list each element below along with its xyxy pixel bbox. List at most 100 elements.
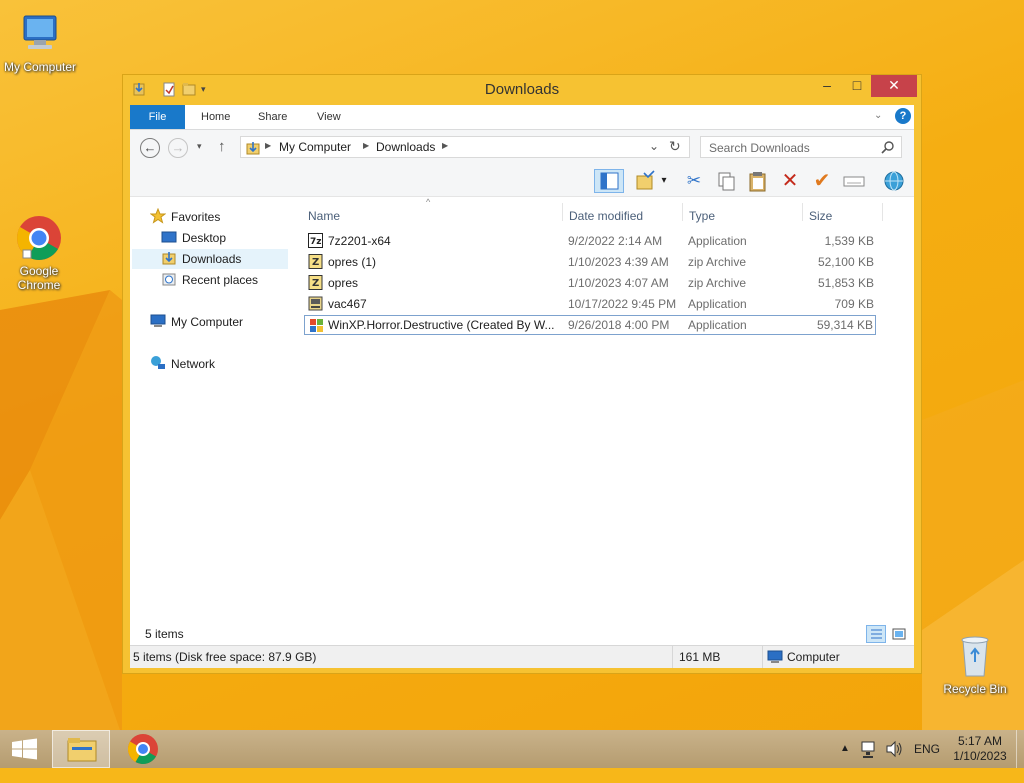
checkmark-icon[interactable]: ✔ bbox=[810, 169, 834, 193]
refresh-icon[interactable]: ↻ bbox=[669, 138, 681, 155]
delete-icon[interactable]: ✕ bbox=[778, 169, 802, 193]
nav-favorites[interactable]: Favorites bbox=[149, 207, 220, 227]
clock[interactable]: 5:17 AM 1/10/2023 bbox=[950, 730, 1010, 768]
star-icon bbox=[149, 207, 167, 224]
taskbar-file-explorer[interactable] bbox=[52, 730, 110, 768]
close-button[interactable]: ✕ bbox=[871, 75, 917, 97]
tab-share[interactable]: Share bbox=[258, 105, 287, 129]
title-bar[interactable]: ▾ Downloads – □ ✕ bbox=[123, 75, 921, 105]
nav-network[interactable]: Network bbox=[150, 354, 215, 374]
column-header-name[interactable]: Name bbox=[308, 209, 340, 223]
forward-button[interactable]: → bbox=[168, 138, 188, 158]
desktop-icon-label: Recycle Bin bbox=[943, 682, 1007, 696]
address-bar[interactable]: ▶ My Computer ▶ Downloads ▶ ⌄ ↻ bbox=[240, 136, 690, 158]
column-divider[interactable] bbox=[562, 203, 563, 221]
desktop-folder-icon bbox=[161, 229, 177, 245]
desktop-icon-label: Google Chrome bbox=[17, 264, 61, 292]
computer-icon bbox=[16, 10, 64, 58]
copy-icon[interactable] bbox=[714, 169, 738, 193]
network-icon bbox=[150, 355, 166, 371]
item-count-bar: 5 items bbox=[130, 623, 914, 645]
clock-time: 5:17 AM bbox=[957, 734, 1003, 748]
details-view-icon[interactable] bbox=[866, 625, 886, 643]
breadcrumb-downloads[interactable]: Downloads bbox=[376, 140, 435, 154]
7zip-icon: 7z bbox=[308, 233, 323, 248]
column-divider[interactable] bbox=[682, 203, 683, 221]
column-divider[interactable] bbox=[882, 203, 883, 221]
breadcrumb-separator-icon: ▶ bbox=[442, 141, 449, 150]
recycle-bin-icon bbox=[951, 632, 999, 680]
help-icon[interactable]: ? bbox=[895, 108, 911, 124]
breadcrumb-my-computer[interactable]: My Computer bbox=[279, 140, 351, 154]
file-row-selected[interactable]: WinXP.Horror.Destructive (Created By W..… bbox=[304, 315, 876, 335]
column-divider[interactable] bbox=[802, 203, 803, 221]
column-header-size[interactable]: Size bbox=[809, 209, 832, 223]
column-header-date-modified[interactable]: Date modified bbox=[569, 209, 643, 223]
up-arrow-icon[interactable]: ↑ bbox=[218, 138, 226, 155]
windows-logo-icon bbox=[12, 738, 37, 760]
globe-icon[interactable] bbox=[882, 169, 906, 193]
status-location: Computer bbox=[787, 650, 840, 664]
column-header-type[interactable]: Type bbox=[689, 209, 715, 223]
status-divider bbox=[672, 646, 673, 668]
cut-icon[interactable]: ✂ bbox=[682, 169, 706, 193]
desktop-icon-google-chrome[interactable]: Google Chrome bbox=[0, 214, 79, 292]
desktop-icon-label: My Computer bbox=[3, 60, 77, 74]
zip-archive-icon: Z bbox=[308, 275, 323, 290]
language-indicator[interactable]: ENG bbox=[914, 730, 940, 768]
maximize-button[interactable]: □ bbox=[843, 75, 871, 97]
svg-text:Z: Z bbox=[312, 278, 319, 289]
tab-file[interactable]: File bbox=[130, 105, 185, 129]
file-row[interactable]: 7z 7z2201-x64 9/2/2022 2:14 AM Applicati… bbox=[304, 231, 876, 251]
svg-text:7z: 7z bbox=[310, 237, 322, 247]
nav-desktop[interactable]: Desktop bbox=[161, 228, 226, 248]
chrome-icon bbox=[15, 214, 63, 262]
zip-archive-icon: Z bbox=[308, 254, 323, 269]
show-desktop-button[interactable] bbox=[1016, 730, 1024, 768]
folder-options-dropdown-icon[interactable]: ▾ bbox=[658, 169, 670, 193]
tab-home[interactable]: Home bbox=[201, 105, 230, 129]
computer-icon bbox=[150, 313, 166, 329]
sort-ascending-icon: ^ bbox=[426, 197, 431, 207]
file-row[interactable]: vac467 10/17/2022 9:45 PM Application 70… bbox=[304, 294, 876, 314]
minimize-button[interactable]: – bbox=[813, 75, 841, 97]
desktop-icon-recycle-bin[interactable]: Recycle Bin bbox=[935, 632, 1015, 696]
network-tray-icon[interactable] bbox=[860, 730, 878, 768]
file-row[interactable]: Z opres 1/10/2023 4:07 AM zip Archive 51… bbox=[304, 273, 876, 293]
tab-view[interactable]: View bbox=[317, 105, 341, 129]
breadcrumb-separator-icon: ▶ bbox=[265, 141, 272, 150]
application-icon bbox=[308, 296, 323, 311]
content-area: Favorites Desktop Downloads Recent place… bbox=[130, 197, 914, 643]
status-bar: 5 items (Disk free space: 87.9 GB) 161 M… bbox=[130, 645, 914, 668]
explorer-window: ▾ Downloads – □ ✕ File Home Share View ⌄… bbox=[122, 74, 922, 674]
item-count: 5 items bbox=[145, 627, 184, 641]
nav-recent-places[interactable]: Recent places bbox=[161, 270, 258, 290]
windows-flag-icon bbox=[309, 318, 324, 333]
show-hidden-icons-button[interactable]: ▲ bbox=[840, 730, 850, 768]
preview-pane-icon[interactable] bbox=[594, 169, 624, 193]
back-button[interactable]: ← bbox=[140, 138, 160, 158]
large-icons-view-icon[interactable] bbox=[890, 625, 908, 643]
address-row: ← → ▾ ↑ ▶ My Computer ▶ Downloads ▶ ⌄ ↻ … bbox=[130, 130, 914, 166]
navigation-pane: Favorites Desktop Downloads Recent place… bbox=[130, 197, 292, 643]
breadcrumb-separator-icon: ▶ bbox=[363, 141, 370, 150]
expand-ribbon-icon[interactable]: ⌄ bbox=[874, 110, 882, 121]
search-box[interactable]: Search Downloads bbox=[700, 136, 902, 158]
address-dropdown-icon[interactable]: ⌄ bbox=[649, 139, 659, 153]
taskbar-google-chrome[interactable] bbox=[114, 730, 172, 768]
svg-text:Z: Z bbox=[312, 257, 319, 268]
status-total-size: 161 MB bbox=[679, 650, 721, 664]
nav-my-computer[interactable]: My Computer bbox=[150, 312, 243, 332]
rename-icon[interactable] bbox=[842, 169, 866, 193]
downloads-folder-icon bbox=[161, 250, 177, 266]
recent-locations-icon[interactable]: ▾ bbox=[197, 141, 202, 152]
start-button[interactable] bbox=[0, 730, 50, 768]
search-icon[interactable] bbox=[881, 140, 895, 157]
file-list: ^ Name Date modified Type Size 7z 7z2201… bbox=[302, 197, 914, 643]
volume-icon[interactable] bbox=[884, 730, 904, 768]
paste-icon[interactable] bbox=[746, 169, 770, 193]
desktop-icon-my-computer[interactable]: My Computer bbox=[0, 10, 80, 74]
nav-downloads[interactable]: Downloads bbox=[132, 249, 288, 269]
file-row[interactable]: Z opres (1) 1/10/2023 4:39 AM zip Archiv… bbox=[304, 252, 876, 272]
folder-options-icon[interactable] bbox=[634, 169, 658, 193]
